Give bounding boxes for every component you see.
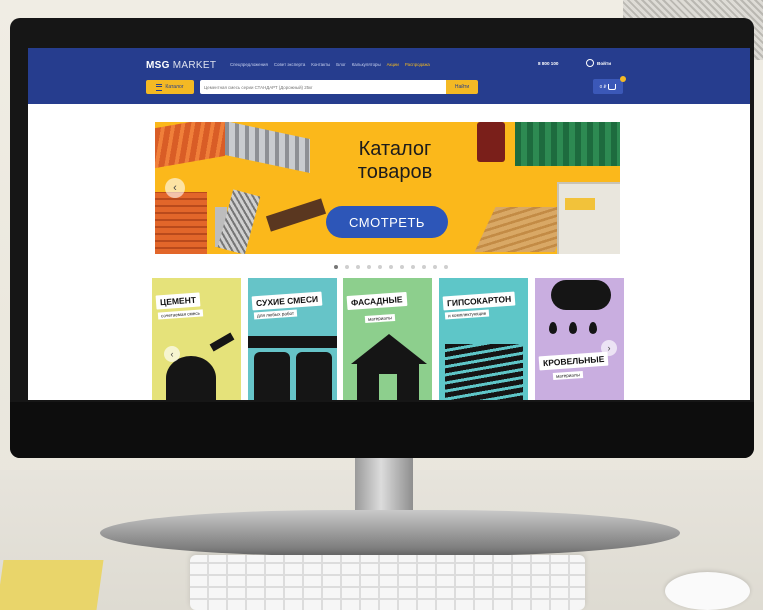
monitor-chin (10, 402, 754, 458)
top-nav: Спецпредложения Совет эксперта Контакты … (230, 62, 430, 67)
carousel-dot[interactable] (345, 265, 349, 269)
carousel-dot[interactable] (400, 265, 404, 269)
drywall-stack-image (445, 344, 523, 400)
nav-item-sale[interactable]: Распродажа (405, 62, 430, 67)
carousel-dot[interactable] (334, 265, 338, 269)
category-card-drywall[interactable]: ГИПСОКАРТОН и комплектующие (439, 278, 528, 400)
user-icon (586, 59, 594, 67)
arrow-right-icon[interactable]: › (601, 340, 617, 356)
banner-title: Каталог товаров (335, 138, 455, 184)
category-card-roofing[interactable]: КРОВЕЛЬНЫЕ материалы › (535, 278, 624, 400)
browser-screen: MSG MARKET Спецпредложения Совет эксперт… (28, 48, 750, 400)
rain-drop-icon (589, 322, 597, 334)
catalog-label: Каталог (165, 84, 184, 90)
carousel-dot[interactable] (444, 265, 448, 269)
burger-menu-icon (156, 83, 163, 91)
arrow-left-icon[interactable]: ‹ (165, 178, 185, 198)
category-subtitle: материалы (552, 370, 584, 381)
site-header: MSG MARKET Спецпредложения Совет эксперт… (28, 48, 750, 104)
nav-item[interactable]: Калькуляторы (352, 62, 381, 67)
category-subtitle: для любых работ (253, 309, 298, 320)
carousel-dot[interactable] (433, 265, 437, 269)
logo-bold: MSG (146, 60, 170, 71)
rain-drop-icon (569, 322, 577, 334)
banner-view-button[interactable]: СМОТРЕТЬ (326, 206, 448, 238)
metal-profile-image (225, 122, 310, 174)
cement-pile-image (166, 356, 216, 400)
wall-top-image (248, 336, 337, 348)
arrow-left-icon[interactable]: ‹ (164, 346, 180, 362)
category-title: ГИПСОКАРТОН (442, 291, 516, 311)
nav-item-promo[interactable]: Акции (387, 62, 399, 67)
carousel-dot[interactable] (356, 265, 360, 269)
banner-title-line2: товаров (357, 161, 433, 183)
monitor-base (100, 510, 680, 556)
category-subtitle: материалы (364, 313, 396, 324)
site-logo[interactable]: MSG MARKET (146, 60, 216, 71)
cart-button[interactable]: 0 ₽ (593, 79, 623, 94)
carousel-dot[interactable] (389, 265, 393, 269)
logo-thin: MARKET (172, 60, 217, 71)
notepad (0, 560, 104, 610)
beam-image (265, 198, 327, 232)
rain-drop-icon (549, 322, 557, 334)
mesh-image (217, 189, 261, 254)
house-door-image (379, 374, 397, 400)
carousel-dot[interactable] (411, 265, 415, 269)
cart-icon (608, 83, 617, 90)
category-title: СУХИЕ СМЕСИ (251, 291, 323, 311)
category-card-dry-mix[interactable]: СУХИЕ СМЕСИ для любых работ (248, 278, 337, 400)
category-card-cement[interactable]: ЦЕМЕНТ сочетаемая смесь ‹ (152, 278, 241, 400)
carousel-dot[interactable] (378, 265, 382, 269)
login-label: Войти (597, 60, 612, 66)
hero-banner[interactable]: Каталог товаров СМОТРЕТЬ ‹ (155, 122, 620, 254)
mouse (665, 572, 750, 610)
cart-badge (620, 76, 626, 82)
roof-tile-image (155, 122, 225, 169)
nav-item[interactable]: Контакты (311, 62, 330, 67)
mix-bag-image (254, 352, 290, 400)
roofing-image (477, 122, 505, 162)
nav-item[interactable]: Блог (336, 62, 346, 67)
nav-item[interactable]: Спецпредложения (230, 62, 268, 67)
cart-total: 0 ₽ (599, 83, 607, 89)
category-title: КРОВЕЛЬНЫЕ (538, 351, 609, 371)
category-card-facade[interactable]: ФАСАДНЫЕ материалы (343, 278, 432, 400)
search-input[interactable] (200, 80, 446, 94)
category-title: ЦЕМЕНТ (155, 292, 201, 310)
search-button[interactable]: Найти (446, 80, 478, 94)
category-subtitle: и комплектующие (444, 309, 490, 320)
category-title: ФАСАДНЫЕ (346, 291, 407, 311)
phone-number[interactable]: 8 800 100 (538, 61, 558, 66)
login-link[interactable]: Войти (586, 59, 611, 67)
carousel-dot[interactable] (367, 265, 371, 269)
keyboard (190, 555, 585, 610)
brick-image (155, 192, 207, 254)
category-subtitle: сочетаемая смесь (157, 309, 204, 320)
catalog-button[interactable]: Каталог (146, 80, 194, 94)
trowel-image (209, 332, 235, 352)
mix-bag-image (296, 352, 332, 400)
cloud-icon (551, 280, 611, 310)
carousel-dot[interactable] (422, 265, 426, 269)
insulation-image (557, 182, 620, 254)
banner-title-line1: Каталог (358, 138, 432, 160)
house-roof-image (351, 334, 427, 364)
carousel-dots (334, 265, 448, 269)
nav-item[interactable]: Совет эксперта (274, 62, 305, 67)
green-sheet-image (515, 122, 620, 166)
desk-scene: MSG MARKET Спецпредложения Совет эксперт… (0, 0, 763, 610)
